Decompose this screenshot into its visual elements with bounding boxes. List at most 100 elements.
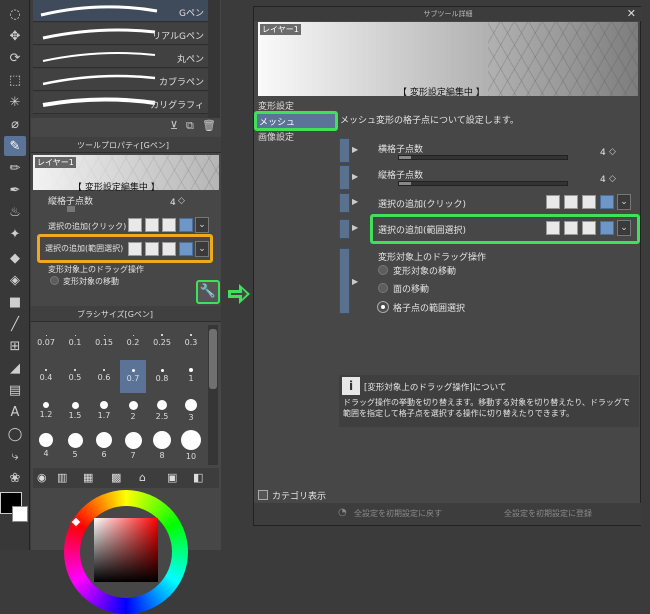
brush-size-item[interactable]: 2.5 <box>149 395 175 428</box>
move-icon[interactable]: ✥ <box>4 26 26 46</box>
rect-select-icon[interactable]: ⬚ <box>4 70 26 90</box>
mode-add-icon[interactable] <box>564 195 578 209</box>
chevron-down-icon[interactable]: ⌄ <box>617 220 631 236</box>
rotate-icon[interactable]: ⟳ <box>4 48 26 68</box>
brush-size-item[interactable]: 0.07 <box>33 325 59 358</box>
intermediate-color-tab-icon[interactable]: ▩ <box>111 471 121 484</box>
brush-size-item[interactable]: 1.2 <box>33 395 59 428</box>
speech-icon[interactable]: ❀ <box>4 468 26 488</box>
brush-size-item[interactable]: 0.3 <box>178 325 204 358</box>
vgrid-slider[interactable] <box>398 181 568 186</box>
pencil-icon[interactable]: ✏ <box>4 158 26 178</box>
mode-intersect-icon[interactable] <box>600 221 614 235</box>
eye-icon[interactable] <box>339 138 350 163</box>
brush-size-item[interactable]: 0.8 <box>149 360 175 393</box>
vgrid-slider[interactable] <box>67 206 75 212</box>
brush-item-kabura-pen[interactable]: カブラペン <box>33 69 208 91</box>
brush-list-scrollbar[interactable] <box>208 0 220 118</box>
eye-icon[interactable] <box>339 165 350 190</box>
approx-color-tab-icon[interactable]: ⌂ <box>139 471 146 484</box>
brush-size-item[interactable]: 0.15 <box>91 325 117 358</box>
mode-add-icon[interactable] <box>564 221 578 235</box>
brush-size-item[interactable]: 1 <box>178 360 204 393</box>
expand-arrow-icon[interactable]: ▶ <box>352 172 358 181</box>
mode-remove-icon[interactable] <box>582 195 596 209</box>
brush-size-item[interactable]: 3 <box>178 395 204 428</box>
brush-size-item[interactable]: 6 <box>91 430 117 463</box>
brush-size-item[interactable]: 0.4 <box>33 360 59 393</box>
brush-item-calligraphy[interactable]: カリグラフィ <box>33 92 208 114</box>
mode-replace-icon[interactable] <box>128 218 142 232</box>
mode-remove-icon[interactable] <box>162 242 176 256</box>
brush-size-item[interactable]: 1.7 <box>91 395 117 428</box>
close-icon[interactable]: ✕ <box>627 7 636 21</box>
create-brush-icon[interactable]: ⊻ <box>170 119 178 132</box>
chevron-down-icon[interactable]: ⌄ <box>617 194 631 210</box>
gradient-icon[interactable]: ■ <box>4 292 26 312</box>
brush-size-item[interactable]: 7 <box>120 430 146 463</box>
balloon-icon[interactable]: ◯ <box>4 424 26 444</box>
category-checkbox[interactable] <box>258 490 268 500</box>
brush-size-item[interactable]: 0.1 <box>62 325 88 358</box>
history-tab-icon[interactable]: ▣ <box>167 471 177 484</box>
mode-remove-icon[interactable] <box>582 221 596 235</box>
eyedropper-icon[interactable]: ⌀ <box>4 114 26 134</box>
mode-intersect-icon[interactable] <box>600 195 614 209</box>
color-slider-tab-icon[interactable]: ▥ <box>57 471 67 484</box>
reset-defaults-button[interactable]: 全設定を初期設定に戻す <box>354 507 442 521</box>
brush-size-scrollbar[interactable] <box>208 325 218 465</box>
color-set-tab-icon[interactable]: ▦ <box>83 471 93 484</box>
brush-size-item[interactable]: 2 <box>120 395 146 428</box>
lasso-icon[interactable]: ◌ <box>4 4 26 24</box>
copy-brush-icon[interactable]: ⧉ <box>186 119 194 133</box>
brush-size-item[interactable]: 0.2 <box>120 325 146 358</box>
brush-size-item[interactable]: 0.25 <box>149 325 175 358</box>
mode-intersect-icon[interactable] <box>179 242 193 256</box>
subtool-detail-icon[interactable]: 🔧 <box>196 280 220 304</box>
mode-replace-icon[interactable] <box>128 242 142 256</box>
spinner-icon[interactable]: ◇ <box>609 174 616 184</box>
brush-size-item[interactable]: 4 <box>33 430 59 463</box>
brush-size-item[interactable]: 8 <box>149 430 175 463</box>
frame-icon[interactable]: ⊞ <box>4 336 26 356</box>
brush-size-item[interactable]: 1.5 <box>62 395 88 428</box>
eye-icon[interactable] <box>339 193 350 213</box>
mode-replace-icon[interactable] <box>546 195 560 209</box>
eraser-icon[interactable]: ◆ <box>4 248 26 268</box>
delete-brush-icon[interactable]: 🗑 <box>202 119 216 132</box>
brush-size-item[interactable]: 0.7 <box>120 360 146 393</box>
eye-icon[interactable] <box>339 248 350 314</box>
spinner-icon[interactable]: ◇ <box>178 196 185 206</box>
chevron-down-icon[interactable]: ⌄ <box>195 241 209 257</box>
expand-arrow-icon[interactable]: ▶ <box>352 223 358 232</box>
color-wheel-tab-icon[interactable]: ◉ <box>37 471 47 484</box>
expand-arrow-icon[interactable]: ▶ <box>352 145 358 154</box>
mode-replace-icon[interactable] <box>546 221 560 235</box>
brush-size-item[interactable]: 10 <box>178 430 204 463</box>
expand-arrow-icon[interactable]: ▶ <box>352 197 358 206</box>
pen-icon[interactable]: ✎ <box>4 136 26 156</box>
sub-color-swatch[interactable] <box>12 506 28 522</box>
category-image[interactable]: 画像設定 <box>258 130 294 143</box>
line-icon[interactable]: ╱ <box>4 314 26 334</box>
mode-add-icon[interactable] <box>145 242 159 256</box>
ruler-icon[interactable]: ◢ <box>4 358 26 378</box>
register-defaults-button[interactable]: 全設定を初期設定に登録 <box>504 507 592 521</box>
expand-arrow-icon[interactable]: ▶ <box>352 277 358 286</box>
brush-size-item[interactable]: 0.6 <box>91 360 117 393</box>
chevron-down-icon[interactable]: ⌄ <box>195 217 209 233</box>
category-mesh[interactable]: メッシュ <box>257 114 335 128</box>
mode-add-icon[interactable] <box>145 218 159 232</box>
brush-item-g-pen[interactable]: Gペン <box>33 0 208 22</box>
color-wheel[interactable] <box>64 490 188 614</box>
brush-size-item[interactable]: 0.5 <box>62 360 88 393</box>
text-icon[interactable]: A <box>4 402 26 422</box>
radio-move-face[interactable] <box>378 283 388 293</box>
blend-icon[interactable]: ◈ <box>4 270 26 290</box>
decoration-icon[interactable]: ✦ <box>4 224 26 244</box>
hgrid-slider[interactable] <box>398 155 568 160</box>
mode-intersect-icon[interactable] <box>179 218 193 232</box>
brush-item-real-g-pen[interactable]: リアルGペン <box>33 23 208 45</box>
color-square[interactable] <box>94 518 158 582</box>
spinner-icon[interactable]: ◇ <box>609 147 616 157</box>
